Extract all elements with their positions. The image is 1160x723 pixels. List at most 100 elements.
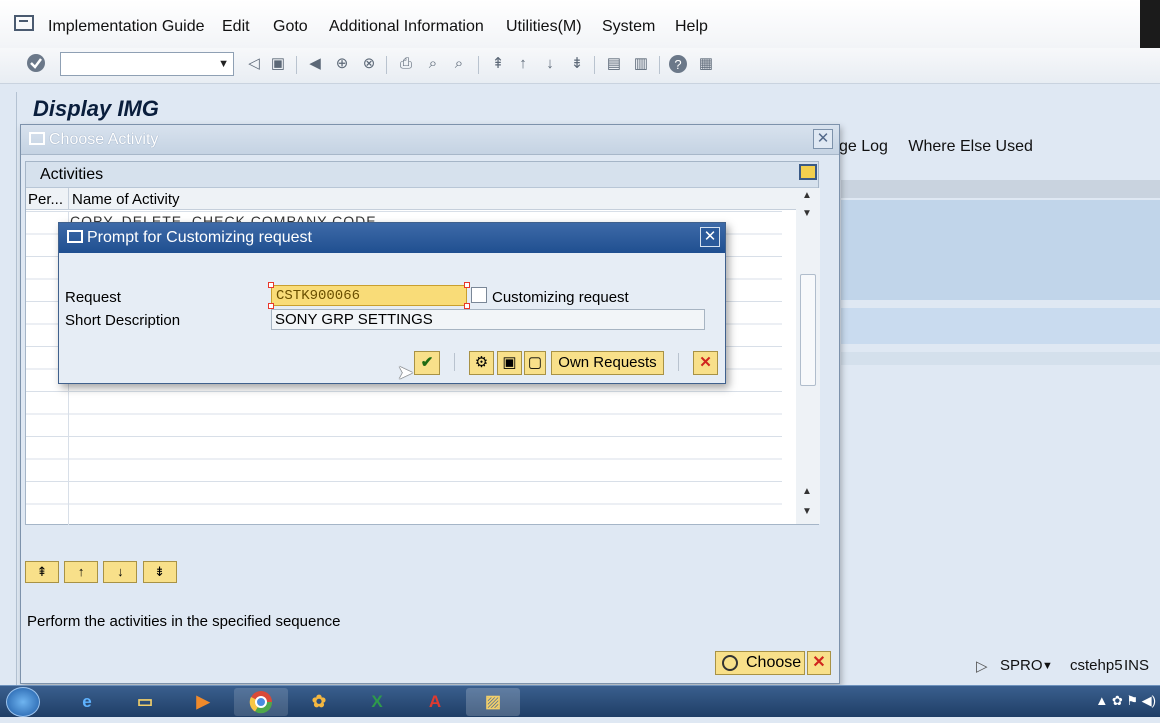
dialog-title: Prompt for Customizing request (87, 229, 312, 246)
tree-selection-band (841, 200, 1160, 300)
tree-highlight-band (841, 308, 1160, 344)
menu-help[interactable]: Help (675, 18, 708, 36)
previous-entry-icon[interactable]: ↑ (64, 561, 99, 583)
menu-additional-information[interactable]: Additional Information (329, 18, 484, 36)
prompt-customizing-request-dialog: Prompt for Customizing request ✕ Request… (58, 222, 726, 384)
status-toggle-icon[interactable]: ▷ (976, 657, 988, 675)
application-toolbar-links: ge Log Where Else Used (839, 138, 1049, 156)
tree-header-band (841, 180, 1160, 198)
server-name: cstehp5 (1070, 657, 1123, 674)
status-bar: ▷ SPRO ▼ cstehp5 INS (840, 652, 1160, 680)
toolbar-separator (478, 56, 479, 74)
menu-implementation-guide[interactable]: Implementation Guide (48, 18, 205, 36)
dropdown-icon[interactable]: ▼ (218, 58, 229, 70)
window-icon (29, 132, 45, 145)
last-page-icon[interactable]: ⇟ (567, 54, 587, 74)
sap-logon-icon[interactable]: ✿ (292, 688, 346, 716)
cancel-button[interactable]: ✕ (693, 351, 718, 375)
request-type-text: Customizing request (492, 289, 629, 306)
cancel-button[interactable]: ✕ (807, 651, 831, 675)
system-tray[interactable]: ▲ ✿ ⚑ ◀) (1095, 693, 1156, 709)
page-title: Display IMG (33, 96, 159, 121)
new-document-icon[interactable]: ▢ (524, 351, 546, 375)
internet-explorer-icon[interactable]: e (60, 688, 114, 716)
last-entry-icon[interactable]: ⇟ (142, 561, 177, 583)
close-icon[interactable]: ✕ (700, 227, 720, 247)
scroll-thumb[interactable] (800, 274, 816, 386)
chrome-icon[interactable] (234, 688, 288, 716)
scroll-down-icon[interactable]: ▼ (802, 208, 812, 219)
file-explorer-icon[interactable]: ▭ (118, 688, 172, 716)
toolbar-separator (296, 56, 297, 74)
close-icon[interactable]: ✕ (813, 129, 833, 149)
window-icon (67, 230, 83, 243)
first-page-icon[interactable]: ⇞ (488, 54, 508, 74)
toolbar-separator (659, 56, 660, 74)
start-button-icon[interactable] (6, 687, 40, 717)
next-entry-icon[interactable]: ↓ (103, 561, 138, 583)
where-else-used-link[interactable]: Where Else Used (908, 138, 1033, 155)
request-input[interactable]: CSTK900066 (271, 285, 467, 306)
prev-page-icon[interactable]: ↑ (513, 54, 533, 74)
next-page-icon[interactable]: ↓ (540, 54, 560, 74)
menu-bar: Implementation Guide Edit Goto Additiona… (0, 0, 1160, 60)
new-session-icon[interactable]: ▤ (604, 54, 624, 74)
sap-gui-icon[interactable]: ▨ (466, 688, 520, 716)
create-request-icon[interactable]: ⚙ (469, 351, 494, 375)
media-player-icon[interactable]: ▶ (176, 688, 230, 716)
menu-edit[interactable]: Edit (222, 18, 250, 36)
change-log-link[interactable]: ge Log (839, 138, 888, 155)
scroll-up-icon[interactable]: ▲ (802, 486, 812, 497)
insert-mode: INS (1124, 657, 1150, 674)
find-icon[interactable]: ⌕ (423, 54, 443, 74)
svg-text:?: ? (674, 57, 681, 72)
choose-activity-dialog: Choose Activity ✕ Activities Per... Name… (20, 124, 840, 684)
back-icon[interactable]: ◁ (244, 54, 264, 74)
scroll-up-icon[interactable]: ▲ (802, 190, 812, 201)
vertical-scrollbar[interactable]: ▲ ▼ ▲ ▼ (796, 188, 820, 524)
menu-utilities[interactable]: Utilities(M) (506, 18, 582, 36)
column-header-per[interactable]: Per... (28, 191, 63, 208)
short-description-input[interactable]: SONY GRP SETTINGS (271, 309, 705, 330)
choose-activity-titlebar: Choose Activity ✕ (21, 125, 839, 155)
column-header-row: Per... Name of Activity (26, 188, 818, 210)
standard-toolbar: ▼ ◁ ▣ ◀ ⊕ ⊗ ⎙ ⌕ ⌕ ⇞ ↑ ↓ ⇟ ▤ ▥ ? ▦ (0, 48, 1160, 84)
prompt-titlebar: Prompt for Customizing request ✕ (59, 223, 725, 253)
scroll-down-icon[interactable]: ▼ (802, 506, 812, 517)
value-help-icon[interactable] (471, 287, 487, 303)
toolbar-separator (386, 56, 387, 74)
column-header-name[interactable]: Name of Activity (72, 191, 180, 208)
dialog-title: Choose Activity (49, 131, 159, 148)
mouse-cursor-icon: ➤ (397, 362, 414, 384)
save-icon[interactable]: ▣ (268, 54, 288, 74)
continue-button[interactable]: ✔ (414, 351, 440, 375)
display-request-icon[interactable]: ▣ (497, 351, 522, 375)
windows-taskbar: e ▭ ▶ ✿ X A ▨ ▲ ✿ ⚑ ◀) (0, 685, 1160, 717)
short-description-label: Short Description (65, 312, 181, 329)
layout-icon[interactable]: ▦ (696, 54, 716, 74)
help-icon[interactable]: ? (668, 54, 688, 74)
request-label: Request (65, 289, 121, 306)
transaction-code: SPRO (1000, 657, 1043, 674)
command-field[interactable]: ▼ (60, 52, 234, 76)
system-info-dropdown-icon[interactable]: ▼ (1042, 660, 1053, 672)
excel-icon[interactable]: X (350, 688, 404, 716)
own-requests-button[interactable]: Own Requests (551, 351, 664, 375)
choose-icon (722, 655, 738, 671)
first-entry-icon[interactable]: ⇞ (25, 561, 59, 583)
menu-goto[interactable]: Goto (273, 18, 308, 36)
tree-band (841, 352, 1160, 365)
system-menu-icon[interactable] (14, 14, 36, 32)
cancel-icon[interactable]: ⊗ (359, 54, 379, 74)
column-settings-icon[interactable] (799, 164, 817, 180)
exit-icon[interactable]: ⊕ (332, 54, 352, 74)
activities-header: Activities (26, 162, 818, 188)
shortcut-icon[interactable]: ▥ (631, 54, 651, 74)
find-next-icon[interactable]: ⌕ (449, 54, 469, 74)
choose-button[interactable]: Choose (715, 651, 805, 675)
menu-system[interactable]: System (602, 18, 655, 36)
back-nav-icon[interactable]: ◀ (305, 54, 325, 74)
acrobat-icon[interactable]: A (408, 688, 462, 716)
print-icon[interactable]: ⎙ (396, 54, 416, 74)
enter-icon[interactable] (26, 53, 46, 73)
